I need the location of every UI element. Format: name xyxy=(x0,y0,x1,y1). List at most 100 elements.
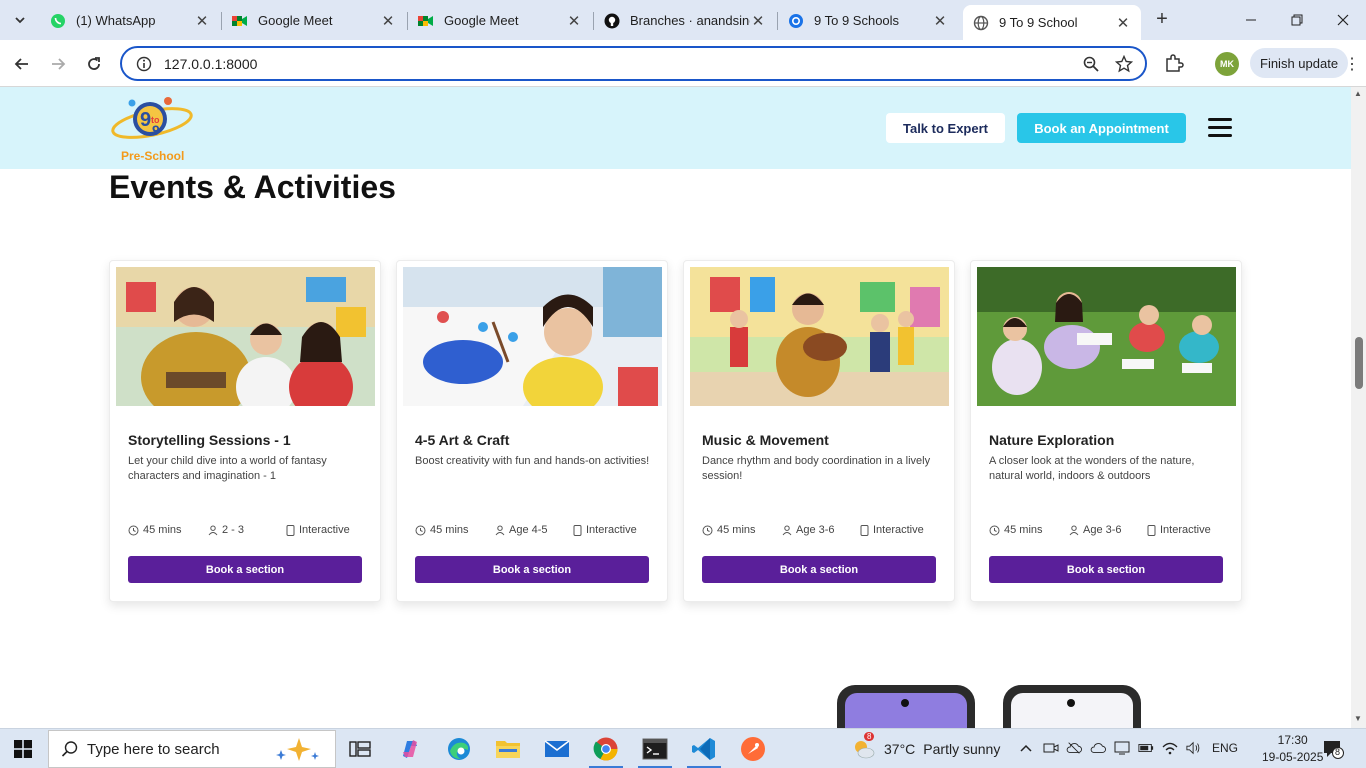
mode-text: Interactive xyxy=(299,524,350,536)
svg-text:9: 9 xyxy=(140,109,151,131)
extensions-puzzle-icon[interactable] xyxy=(1163,52,1185,74)
wifi-icon[interactable] xyxy=(1162,740,1178,756)
tab-title: Google Meet xyxy=(258,13,333,28)
page-scrollbar[interactable]: ▲ ▼ xyxy=(1351,87,1366,728)
taskbar-search-box[interactable]: Type here to search xyxy=(48,730,336,768)
hamburger-menu-icon[interactable] xyxy=(1208,118,1232,138)
battery-icon[interactable] xyxy=(1138,740,1154,756)
tab-close-icon[interactable]: ✕ xyxy=(1115,14,1131,32)
weather-widget[interactable]: 8 37°C Partly sunny xyxy=(852,732,1000,761)
book-section-button[interactable]: Book a section xyxy=(702,556,936,583)
card-duration: 45 mins xyxy=(702,524,756,536)
browser-menu-icon[interactable]: ⋮ xyxy=(1344,54,1360,74)
user-icon xyxy=(1069,525,1079,535)
book-section-button[interactable]: Book a section xyxy=(415,556,649,583)
tray-chevron-up-icon[interactable] xyxy=(1018,740,1034,756)
volume-icon[interactable] xyxy=(1186,740,1202,756)
address-bar[interactable]: 127.0.0.1:8000 xyxy=(120,46,1147,81)
close-window-button[interactable] xyxy=(1320,0,1366,40)
phone-mockup-image xyxy=(837,685,975,728)
phone-mockup-image xyxy=(1003,685,1141,728)
edge-browser-icon[interactable] xyxy=(446,736,472,762)
github-icon xyxy=(604,13,620,29)
page-viewport: 9 to 9 Pre-School Talk to Expert Book an… xyxy=(0,87,1351,728)
scroll-up-icon[interactable]: ▲ xyxy=(1354,89,1362,98)
tab-close-icon[interactable]: ✕ xyxy=(750,12,766,30)
tab-title: Google Meet xyxy=(444,13,519,28)
card-age: Age 3-6 xyxy=(782,524,835,536)
tab-whatsapp[interactable]: (1) WhatsApp ✕ xyxy=(40,5,220,36)
card-duration: 45 mins xyxy=(415,524,469,536)
age-text: Age 3-6 xyxy=(796,524,835,536)
globe-icon xyxy=(973,15,989,31)
globe-icon xyxy=(788,13,804,29)
reload-button[interactable] xyxy=(80,50,108,78)
restore-button[interactable] xyxy=(1274,0,1320,40)
logo-text: Pre-School xyxy=(121,149,185,163)
finish-update-button[interactable]: Finish update xyxy=(1250,48,1349,78)
card-mode: Interactive xyxy=(286,524,350,536)
file-explorer-icon[interactable] xyxy=(495,736,521,762)
tab-google-meet-1[interactable]: Google Meet ✕ xyxy=(222,5,406,36)
language-indicator[interactable]: ENG xyxy=(1212,741,1238,755)
card-duration: 45 mins xyxy=(989,524,1043,536)
clock-icon xyxy=(989,525,1000,535)
postman-icon[interactable] xyxy=(740,736,766,762)
duration-text: 45 mins xyxy=(1004,524,1043,536)
tab-close-icon[interactable]: ✕ xyxy=(566,12,582,30)
tab-9to9-schools[interactable]: 9 To 9 Schools ✕ xyxy=(778,5,958,36)
forward-button[interactable] xyxy=(44,50,72,78)
onedrive-offline-icon[interactable] xyxy=(1066,740,1082,756)
back-button[interactable] xyxy=(8,50,36,78)
tab-close-icon[interactable]: ✕ xyxy=(194,12,210,30)
tab-google-meet-2[interactable]: Google Meet ✕ xyxy=(408,5,592,36)
tab-title: (1) WhatsApp xyxy=(76,13,156,28)
age-text: Age 3-6 xyxy=(1083,524,1122,536)
meet-now-icon[interactable] xyxy=(1043,740,1059,756)
site-info-icon[interactable] xyxy=(136,56,152,72)
event-card: Storytelling Sessions - 1 Let your child… xyxy=(109,260,381,602)
user-icon xyxy=(782,525,792,535)
reload-icon xyxy=(88,57,100,70)
book-appointment-button[interactable]: Book an Appointment xyxy=(1017,113,1186,143)
talk-to-expert-button[interactable]: Talk to Expert xyxy=(886,113,1005,143)
profile-avatar[interactable]: MK xyxy=(1215,52,1239,76)
system-clock[interactable]: 17:30 19-05-2025 xyxy=(1262,732,1323,766)
whatsapp-icon xyxy=(50,13,66,29)
scroll-down-icon[interactable]: ▼ xyxy=(1354,714,1362,723)
url-text[interactable]: 127.0.0.1:8000 xyxy=(164,56,257,72)
book-section-button[interactable]: Book a section xyxy=(989,556,1223,583)
svg-text:9: 9 xyxy=(152,122,160,138)
scrollbar-thumb[interactable] xyxy=(1355,337,1363,389)
finish-update-label: Finish update xyxy=(1260,55,1339,71)
cloud-icon[interactable] xyxy=(1090,740,1106,756)
user-icon xyxy=(495,525,505,535)
mail-icon[interactable] xyxy=(544,736,570,762)
display-icon[interactable] xyxy=(1114,740,1130,756)
card-age: Age 4-5 xyxy=(495,524,548,536)
copilot-app-icon[interactable] xyxy=(397,736,423,762)
terminal-icon[interactable] xyxy=(642,736,668,762)
nature-exploration-photo xyxy=(977,267,1236,406)
chrome-icon[interactable] xyxy=(593,736,619,762)
zoom-icon[interactable] xyxy=(1082,55,1100,73)
minimize-button[interactable] xyxy=(1228,0,1274,40)
tab-search-button[interactable] xyxy=(8,8,32,32)
notification-center-icon[interactable]: 8 xyxy=(1322,739,1344,759)
tab-close-icon[interactable]: ✕ xyxy=(380,12,396,30)
tab-9to9-school-active[interactable]: 9 To 9 School ✕ xyxy=(963,5,1141,40)
music-movement-photo xyxy=(690,267,949,406)
task-view-icon[interactable] xyxy=(347,736,373,762)
windows-start-icon[interactable] xyxy=(14,740,32,758)
event-card: Nature Exploration A closer look at the … xyxy=(970,260,1242,602)
card-title: Nature Exploration xyxy=(989,432,1115,448)
tab-close-icon[interactable]: ✕ xyxy=(932,12,948,30)
vscode-icon[interactable] xyxy=(691,736,717,762)
tab-github-branches[interactable]: Branches · anandsing ✕ xyxy=(594,5,776,36)
book-section-button[interactable]: Book a section xyxy=(128,556,362,583)
weather-temperature: 37°C xyxy=(884,741,916,757)
bookmark-star-icon[interactable] xyxy=(1115,55,1133,73)
new-tab-button[interactable]: + xyxy=(1150,8,1174,32)
age-text: 2 - 3 xyxy=(222,524,245,536)
phone-icon xyxy=(860,524,869,536)
